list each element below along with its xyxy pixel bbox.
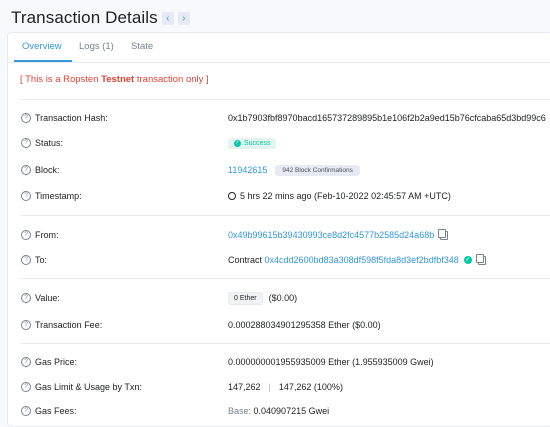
copy-icon[interactable]: [475, 253, 486, 265]
help-icon[interactable]: ?: [21, 293, 31, 303]
gas-price-value: 0.000000001955935009 Ether (1.955935009 …: [228, 357, 434, 367]
transaction-hash-label: Transaction Hash:: [35, 113, 108, 123]
help-icon[interactable]: ?: [21, 357, 31, 367]
help-icon[interactable]: ?: [21, 382, 31, 392]
tab-logs[interactable]: Logs (1): [79, 41, 114, 52]
help-icon[interactable]: ?: [21, 255, 31, 265]
row-transaction-fee: ? Transaction Fee: 0.000288034901295358 E…: [8, 318, 550, 332]
active-tab-indicator: [14, 60, 72, 62]
status-badge: ✓ Success: [228, 137, 277, 149]
status-value: Success: [244, 139, 271, 147]
tab-overview[interactable]: Overview: [22, 41, 62, 52]
base-fee-label: Base:: [228, 406, 252, 416]
usd-value: ($0.00): [268, 293, 298, 303]
tab-bar: Overview Logs (1) State: [8, 33, 550, 63]
status-label: Status:: [35, 138, 64, 148]
timestamp-value: 5 hrs 22 mins ago (Feb-10-2022 02:45:57 …: [240, 191, 451, 201]
previous-transaction-button[interactable]: ‹: [161, 11, 174, 25]
row-transaction-hash: ? Transaction Hash: 0x1b7903fbf8970bacd16…: [8, 111, 550, 125]
gas-usage-value: 147,262 (100%): [278, 382, 343, 392]
notice-text-pre: [ This is a Ropsten: [20, 74, 102, 85]
help-icon[interactable]: ?: [21, 191, 31, 201]
row-gas-limit: ? Gas Limit & Usage by Txn: 147,262 | 147,2…: [8, 380, 550, 394]
row-status: ? Status: ✓ Success: [8, 136, 550, 150]
block-number-link[interactable]: 11942615: [228, 165, 267, 175]
row-value: ? Value: 0 Ether ($0.00): [8, 291, 550, 305]
notice-text-post: transaction only ]: [134, 74, 209, 85]
page-header: Transaction Details ‹ ›: [0, 0, 550, 36]
divider: [20, 215, 550, 216]
timestamp-label: Timestamp:: [35, 191, 82, 201]
help-icon[interactable]: ?: [21, 138, 31, 148]
gas-price-label: Gas Price:: [35, 357, 78, 367]
row-gas-price: ? Gas Price: 0.000000001955935009 Ether (…: [8, 355, 550, 369]
from-address-link[interactable]: 0x49b99615b39430993ce8d2fc4577b2585d24a6…: [228, 230, 434, 240]
gas-limit-label: Gas Limit & Usage by Txn:: [35, 382, 142, 392]
row-block: ? Block: 11942615 942 Block Confirmations: [8, 163, 550, 177]
page-title: Transaction Details: [11, 8, 158, 27]
gas-separator: |: [268, 382, 271, 392]
testnet-notice: [ This is a Ropsten Testnet transaction …: [20, 74, 209, 85]
transaction-fee-value: 0.000288034901295358 Ether ($0.00): [228, 320, 381, 330]
tab-state[interactable]: State: [131, 41, 153, 52]
divider: [20, 278, 550, 279]
gas-fees-label: Gas Fees:: [35, 406, 77, 416]
ether-value-badge: 0 Ether: [228, 291, 263, 305]
divider: [20, 99, 550, 100]
base-fee-value: 0.040907215 Gwei: [253, 406, 330, 416]
block-label: Block:: [35, 165, 60, 175]
row-gas-fees: ? Gas Fees: Base: 0.040907215 Gwei: [8, 404, 550, 418]
row-from: ? From: 0x49b99615b39430993ce8d2fc4577b25…: [8, 228, 550, 242]
next-transaction-button[interactable]: ›: [177, 11, 190, 25]
transaction-hash-value: 0x1b7903fbf8970bacd165737289895b1e106f2b…: [228, 113, 546, 123]
to-address-link[interactable]: 0x4cdd2600bd83a308df598f5fda8d3ef2bdfbf3…: [265, 255, 459, 265]
gas-limit-value: 147,262: [228, 382, 261, 392]
help-icon[interactable]: ?: [21, 406, 31, 416]
from-label: From:: [35, 230, 59, 240]
to-label: To:: [35, 255, 48, 265]
row-timestamp: ? Timestamp: 5 hrs 22 mins ago (Feb-10-20…: [8, 189, 550, 203]
help-icon[interactable]: ?: [21, 165, 31, 175]
copy-icon[interactable]: [438, 228, 449, 240]
transaction-card: Overview Logs (1) State [ This is a Rops…: [7, 32, 550, 427]
row-to: ? To: Contract 0x4cdd2600bd83a308df598f5f…: [8, 253, 550, 267]
clock-icon: [228, 192, 236, 200]
verified-check-icon: ✓: [463, 256, 472, 264]
help-icon[interactable]: ?: [21, 230, 31, 240]
divider: [20, 343, 550, 344]
to-prefix: Contract: [228, 255, 263, 265]
block-confirmations-badge: 942 Block Confirmations: [275, 164, 360, 176]
check-circle-icon: ✓: [234, 139, 241, 147]
value-label: Value:: [35, 293, 60, 303]
transaction-fee-label: Transaction Fee:: [35, 320, 103, 330]
notice-text-bold: Testnet: [101, 74, 135, 85]
help-icon[interactable]: ?: [21, 320, 31, 330]
help-icon[interactable]: ?: [21, 113, 31, 123]
